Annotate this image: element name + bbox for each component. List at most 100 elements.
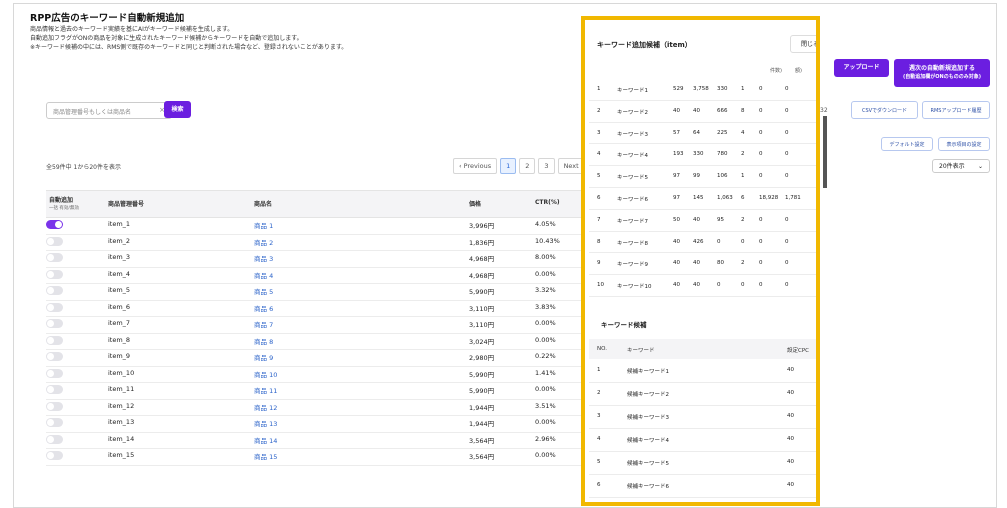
header-ctr[interactable]: CTR(%) [535, 199, 560, 206]
keyword-cell-kw: キーワード5 [617, 175, 648, 182]
auto-add-toggle[interactable] [46, 253, 63, 262]
rms-upload-history-button[interactable]: RMSアップロード履歴 [922, 101, 990, 119]
item-price: 3,996円 [469, 222, 495, 230]
auto-add-toggle[interactable] [46, 368, 63, 378]
upload-button[interactable]: アップロード [834, 59, 889, 77]
keyword-cell-kw: キーワード8 [617, 240, 648, 247]
keyword-cell-no: 8 [597, 238, 601, 245]
keyword-cell-c2: 3,758 [693, 86, 709, 92]
item-name-link[interactable]: 商品 8 [254, 336, 273, 346]
item-name-link[interactable]: 商品 4 [254, 270, 273, 280]
search-button[interactable]: 検索 [164, 101, 191, 118]
keyword-cell-kw: キーワード4 [617, 153, 648, 160]
csv-download-button[interactable]: CSVでダウンロード [851, 101, 918, 119]
item-name-link[interactable]: 商品 6 [254, 303, 273, 313]
table-row: item_14 商品 14 3,564円 2.96% [46, 432, 601, 449]
item-ctr: 4.05% [535, 220, 556, 228]
item-name-link[interactable]: 商品 10 [254, 369, 277, 379]
item-name-link[interactable]: 商品 2 [254, 237, 273, 247]
item-name-link[interactable]: 商品 7 [254, 319, 273, 329]
keyword-cell-c4: 0 [741, 282, 745, 289]
auto-add-toggle[interactable] [46, 220, 63, 229]
auto-add-toggle[interactable] [46, 434, 63, 444]
item-id: item_7 [108, 319, 131, 327]
keyword-cell-no: 2 [597, 107, 601, 114]
pager-page-2[interactable]: 2 [519, 158, 536, 174]
auto-add-toggle[interactable] [46, 385, 63, 394]
auto-add-toggle[interactable] [46, 418, 63, 427]
candidate-row: 2 候補キーワード2 40 [589, 382, 816, 406]
pager-previous[interactable]: ‹ Previous [453, 158, 498, 174]
item-name-link[interactable]: 商品 12 [254, 402, 277, 412]
header-price[interactable]: 価格 [469, 199, 481, 208]
pagination: ‹ Previous 1 2 3 Next [453, 158, 585, 174]
keyword-cell-c3: 0 [717, 238, 721, 245]
item-id: item_1 [108, 220, 131, 228]
item-name-link[interactable]: 商品 5 [254, 286, 273, 296]
auto-add-toggle[interactable] [46, 319, 63, 328]
auto-add-toggle[interactable] [46, 236, 63, 246]
keyword-cell-c3: 80 [717, 260, 724, 267]
keyword-cell-kw: キーワード6 [617, 197, 648, 203]
table-row: item_2 商品 2 1,836円 10.43% [46, 234, 601, 251]
close-panel-button[interactable]: 閉じる [790, 35, 816, 53]
auto-add-toggle[interactable] [46, 335, 63, 345]
item-name-link[interactable]: 商品 1 [254, 220, 273, 230]
item-id: item_8 [108, 335, 131, 344]
table-row: item_10 商品 10 5,990円 1.41% [46, 366, 601, 383]
search-input[interactable]: 商品管理番号もしくは商品名 × [46, 102, 172, 119]
auto-add-toggle[interactable] [46, 352, 63, 361]
keyword-row: 8 キーワード8 40 426 0 0 0 0 [589, 231, 816, 254]
keyword-cell-c5: 0 [759, 216, 763, 223]
display-settings-button[interactable]: 表示項目の設定 [938, 137, 990, 151]
keyword-cell-kw: キーワード2 [617, 109, 648, 116]
auto-add-toggle[interactable] [46, 451, 63, 460]
item-price: 1,944円 [469, 403, 495, 412]
item-name-link[interactable]: 商品 15 [254, 451, 277, 461]
keyword-cell-c5: 0 [759, 107, 763, 114]
auto-add-toggle[interactable] [46, 269, 63, 279]
item-id: item_11 [108, 385, 135, 393]
keyword-row: 10 キーワード10 40 40 0 0 0 0 [589, 274, 816, 297]
scrollbar-thumb[interactable] [823, 116, 827, 188]
candidate-cpc: 40 [787, 436, 794, 442]
auto-add-toggle[interactable] [46, 302, 63, 312]
auto-add-toggle[interactable] [46, 401, 63, 411]
candidate-row: 5 候補キーワード5 40 [589, 451, 816, 475]
item-name-link[interactable]: 商品 3 [254, 253, 273, 263]
keyword-cell-c3: 1,063 [717, 195, 733, 201]
keyword-cell-c3: 330 [717, 86, 728, 92]
keyword-cell-c5: 0 [759, 129, 763, 136]
item-name-link[interactable]: 商品 11 [254, 385, 277, 395]
item-id: item_6 [108, 302, 131, 311]
candidate-keyword: 候補キーワード7 [627, 505, 669, 506]
item-ctr: 1.41% [535, 368, 556, 377]
per-page-select[interactable]: 20件表示 ⌄ [932, 159, 990, 173]
keyword-cell-c2: 145 [693, 195, 704, 201]
keyword-cell-c5: 0 [759, 151, 763, 158]
auto-add-toggle[interactable] [46, 286, 63, 295]
weekly-auto-add-button[interactable]: 週次の自動新規追加する (自動追加欄がONのもののみ対象) [894, 59, 990, 87]
col-header-6: 額) [795, 68, 802, 74]
keyword-cell-c2: 64 [693, 129, 700, 136]
item-name-link[interactable]: 商品 14 [254, 435, 277, 445]
keyword-cell-c4: 1 [741, 86, 745, 92]
keyword-cell-no: 1 [597, 86, 601, 92]
item-name-link[interactable]: 商品 13 [254, 418, 277, 428]
cand-header-no: NO. [597, 346, 607, 352]
item-name-link[interactable]: 商品 9 [254, 352, 273, 362]
item-price: 3,110円 [469, 304, 495, 313]
table-scrollbar[interactable] [996, 186, 997, 504]
keyword-cell-kw: キーワード1 [617, 88, 648, 94]
keyword-cell-c3: 0 [717, 282, 721, 289]
default-settings-dropdown[interactable]: デフォルト設定 [881, 137, 933, 151]
pager-page-3[interactable]: 3 [538, 158, 555, 174]
header-auto-add[interactable]: 自動追加 [49, 195, 73, 204]
header-item-id[interactable]: 商品管理番号 [108, 199, 144, 208]
header-item-name[interactable]: 商品名 [254, 199, 272, 208]
keyword-cell-no: 10 [597, 282, 604, 289]
keyword-row: 3 キーワード3 57 64 225 4 0 0 [589, 122, 816, 145]
pager-page-1[interactable]: 1 [500, 158, 517, 174]
keyword-row: 6 キーワード6 97 145 1,063 6 18,928 1,781 [589, 187, 816, 210]
keyword-cell-c1: 40 [673, 260, 680, 267]
